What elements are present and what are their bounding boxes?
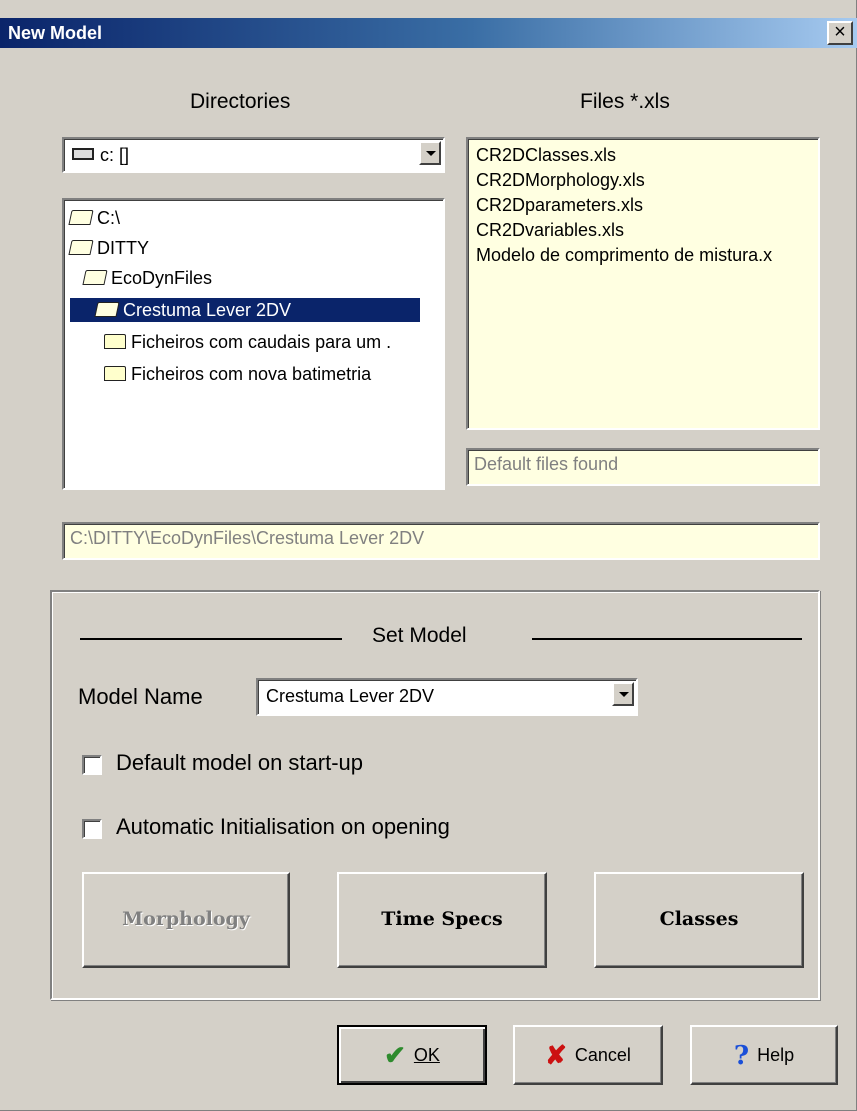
tree-item-label: C:\ [97,208,121,228]
list-item[interactable]: CR2DMorphology.xls [476,170,645,191]
default-model-label: Default model on start-up [116,750,364,775]
drive-icon [72,148,94,161]
auto-init-label: Automatic Initialisation on opening [116,814,450,839]
list-item[interactable]: CR2Dvariables.xls [476,220,624,241]
checkmark-icon: ✔ [384,1041,406,1071]
window-title: New Model [8,23,103,43]
auto-init-checkbox[interactable] [82,819,102,839]
drive-value: c: [] [100,145,130,165]
files-list[interactable]: CR2DClasses.xls CR2DMorphology.xls CR2Dp… [466,137,820,430]
tree-item-ficheiros-caudais[interactable]: Ficheiros com caudais para um . [104,330,391,354]
model-name-combo[interactable]: Crestuma Lever 2DV [256,678,638,716]
files-status: Default files found [474,454,619,474]
tree-item-label: Ficheiros com nova batimetria [131,364,372,384]
ok-button[interactable]: ✔ OK [337,1025,487,1085]
tree-item-label: Ficheiros com caudais para um . [131,332,392,352]
title-bar: New Model × [0,18,857,48]
files-heading: Files *.xls [580,90,670,113]
default-model-checkbox[interactable] [82,755,102,775]
tree-item-label: DITTY [97,238,149,258]
help-button[interactable]: ? Help [690,1025,838,1085]
tree-item-ditty[interactable]: DITTY [68,236,149,260]
tree-item-ecodynfiles[interactable]: EcoDynFiles [82,266,213,290]
tree-item-crestuma-lever-2dv[interactable]: Crestuma Lever 2DV [70,298,420,322]
open-folder-icon [82,269,108,285]
x-icon: ✘ [545,1041,567,1071]
model-name-value: Crestuma Lever 2DV [266,686,435,706]
divider [532,638,802,640]
path-value: C:\DITTY\EcoDynFiles\Crestuma Lever 2DV [70,528,425,548]
folder-icon [104,365,126,381]
close-icon: × [834,21,846,43]
open-folder-icon [94,301,120,317]
folder-icon [104,333,126,349]
ok-button-label: OK [413,1045,440,1065]
help-button-label: Help [757,1045,795,1065]
morphology-button-label: Morphology [122,908,250,930]
time-specs-button[interactable]: Time Specs [337,872,547,968]
list-item[interactable]: CR2DClasses.xls [476,145,616,166]
close-button[interactable]: × [827,21,853,45]
model-name-label: Model Name [78,684,203,709]
classes-button-label: Classes [659,908,739,930]
new-model-dialog: New Model × Directories c: [] C:\ DITTY … [0,0,857,1111]
open-folder-icon [68,239,94,255]
drive-combo[interactable]: c: [] [62,137,445,173]
drive-dropdown-button[interactable] [419,141,441,165]
model-name-dropdown-button[interactable] [612,682,634,706]
time-specs-button-label: Time Specs [381,908,503,930]
path-field: C:\DITTY\EcoDynFiles\Crestuma Lever 2DV [62,522,820,560]
list-item[interactable]: Modelo de comprimento de mistura.x [476,245,772,266]
files-status-field: Default files found [466,448,820,486]
tree-item-c-root[interactable]: C:\ [68,206,121,230]
cancel-button-label: Cancel [574,1045,631,1065]
cancel-button[interactable]: ✘ Cancel [513,1025,663,1085]
morphology-button[interactable]: Morphology [82,872,290,968]
tree-item-label: EcoDynFiles [111,268,213,288]
divider [80,638,342,640]
directories-heading: Directories [190,90,291,113]
directory-tree[interactable]: C:\ DITTY EcoDynFiles Crestuma Lever 2DV… [62,198,445,490]
tree-item-label: Crestuma Lever 2DV [123,300,292,320]
tree-item-ficheiros-batimetria[interactable]: Ficheiros com nova batimetria [104,362,371,386]
list-item[interactable]: CR2Dparameters.xls [476,195,643,216]
open-folder-icon [68,209,94,225]
set-model-heading: Set Model [372,624,467,647]
set-model-group: Set Model Model Name Crestuma Lever 2DV … [50,590,820,1000]
question-mark-icon: ? [733,1041,750,1071]
classes-button[interactable]: Classes [594,872,804,968]
